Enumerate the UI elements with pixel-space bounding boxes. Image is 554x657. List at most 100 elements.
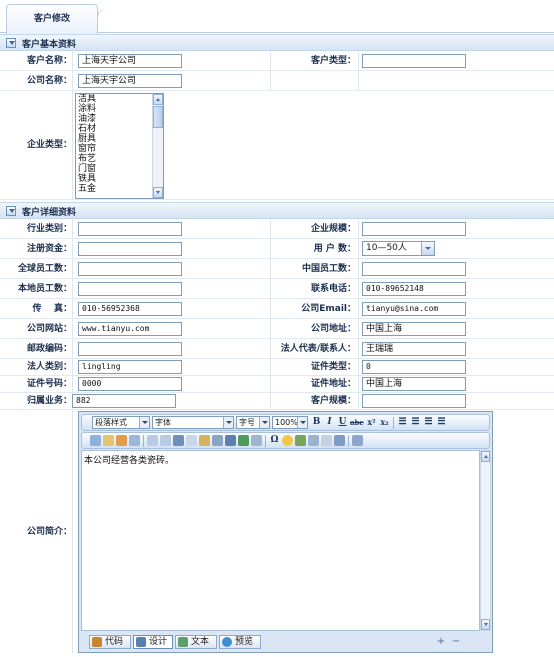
industry-type-listbox[interactable]: 洁具 涂料 油漆 石材 厨具 窗帘 布艺 门窗 铁具 五金 [75, 93, 164, 199]
mode-tab-preview[interactable]: 预览 [219, 635, 261, 649]
emoticon-icon[interactable] [282, 435, 293, 446]
table-icon[interactable] [129, 435, 140, 446]
cert-no-input[interactable]: 0000 [78, 377, 182, 391]
industry-option[interactable]: 涂料 [76, 104, 163, 114]
editor-mode-tabs: 代码 设计 文本 预览 + − [81, 634, 490, 650]
phone-input[interactable]: 010-89652148 [362, 282, 466, 296]
industry-option[interactable]: 铁具 [76, 174, 163, 184]
owner-input[interactable]: 882 [72, 394, 176, 408]
scale-input[interactable] [362, 222, 466, 236]
align-left-icon[interactable]: ☰ [397, 417, 408, 428]
scroll-thumb[interactable] [153, 106, 163, 128]
copy-icon[interactable] [103, 435, 114, 446]
section-header-detail[interactable]: 客户详细资料 [0, 202, 554, 219]
flash-icon[interactable] [238, 435, 249, 446]
industry-option[interactable]: 门窗 [76, 164, 163, 174]
paragraph-style-select[interactable]: 段落样式 [92, 416, 150, 429]
template-icon[interactable] [308, 435, 319, 446]
anchor-icon[interactable] [225, 435, 236, 446]
shrink-icon[interactable]: − [451, 637, 461, 647]
textbox-icon[interactable] [186, 435, 197, 446]
align-right-icon[interactable]: ☰ [423, 417, 434, 428]
scroll-down-icon[interactable] [481, 619, 490, 630]
global-staff-input[interactable] [78, 262, 182, 276]
chevron-down-icon[interactable] [259, 417, 269, 428]
new-doc-icon[interactable] [90, 435, 101, 446]
chevron-down-icon[interactable] [421, 242, 434, 255]
industry-option[interactable]: 洁具 [76, 94, 163, 104]
scroll-up-icon[interactable] [481, 451, 490, 462]
capital-input[interactable] [78, 242, 182, 256]
legal-type-input[interactable]: lingling [78, 360, 182, 374]
font-size-select[interactable]: 字号 [236, 416, 270, 429]
users-select[interactable]: 10—50人 [362, 241, 435, 256]
listbox-scrollbar[interactable] [152, 94, 163, 198]
mode-label: 代码 [105, 637, 124, 647]
italic-icon[interactable]: I [324, 417, 335, 428]
industry-option[interactable]: 石材 [76, 124, 163, 134]
legal-input[interactable]: 王瑞瑞 [362, 342, 466, 356]
address-input[interactable]: 中国上海 [362, 322, 466, 336]
industry-input[interactable] [78, 222, 182, 236]
bold-icon[interactable]: B [311, 417, 322, 428]
cert-addr-input[interactable]: 中国上海 [362, 377, 466, 391]
form-icon[interactable] [295, 435, 306, 446]
customer-type-input[interactable] [362, 54, 466, 68]
fax-input[interactable]: 010-56952368 [78, 302, 182, 316]
customer-name-input[interactable]: 上海天宇公司 [78, 54, 182, 68]
industry-options: 洁具 涂料 油漆 石材 厨具 窗帘 布艺 门窗 铁具 五金 [76, 94, 163, 194]
save-icon[interactable] [334, 435, 345, 446]
scroll-up-icon[interactable] [153, 94, 163, 105]
mode-tab-design[interactable]: 设计 [133, 635, 173, 649]
tab-customer-edit[interactable]: 客户修改 [6, 4, 98, 34]
chevron-down-icon[interactable] [223, 417, 233, 428]
align-center-icon[interactable]: ☰ [410, 417, 421, 428]
font-select[interactable]: 字体 [152, 416, 234, 429]
link-icon[interactable] [212, 435, 223, 446]
collapse-icon[interactable] [6, 206, 16, 216]
website-input[interactable]: www.tianyu.com [78, 322, 182, 336]
form-row: 邮政编码： 法人代表/联系人： 王瑞瑞 [0, 339, 554, 359]
section-header-basic[interactable]: 客户基本资料 [0, 34, 554, 51]
subscript-icon[interactable]: x₂ [379, 417, 390, 428]
local-staff-input[interactable] [78, 282, 182, 296]
font-value: 字体 [155, 418, 171, 427]
expand-icon[interactable]: + [436, 637, 446, 647]
image-icon[interactable] [199, 435, 210, 446]
underline-icon[interactable]: U [337, 417, 348, 428]
industry-option[interactable]: 厨具 [76, 134, 163, 144]
zoom-select[interactable]: 100% [272, 416, 308, 429]
zip-input[interactable] [78, 342, 182, 356]
fullscreen-icon[interactable] [352, 435, 363, 446]
mode-tab-text[interactable]: 文本 [175, 635, 217, 649]
date-icon[interactable] [321, 435, 332, 446]
industry-option[interactable]: 油漆 [76, 114, 163, 124]
cert-type-input[interactable]: 0 [362, 360, 466, 374]
email-input[interactable]: tianyu@sina.com [362, 302, 466, 316]
editor-content-area[interactable]: 本公司经营各类瓷砖。 [81, 450, 480, 631]
align-justify-icon[interactable]: ☰ [436, 417, 447, 428]
industry-option[interactable]: 布艺 [76, 154, 163, 164]
special-char-icon[interactable]: Ω [269, 435, 280, 446]
superscript-icon[interactable]: x² [366, 417, 377, 428]
cust-scale-input[interactable] [362, 394, 466, 408]
strikethrough-icon[interactable]: abc [350, 417, 364, 428]
chevron-down-icon[interactable] [139, 417, 149, 428]
industry-option[interactable]: 窗帘 [76, 144, 163, 154]
mode-tab-code[interactable]: 代码 [89, 635, 131, 649]
form-row: 公司名称： 上海天宇公司 [0, 71, 554, 91]
media-icon[interactable] [251, 435, 262, 446]
users-label: 用 户 数： [313, 244, 356, 254]
collapse-icon[interactable] [6, 38, 16, 48]
china-staff-input[interactable] [362, 262, 466, 276]
insert-column-icon[interactable] [160, 435, 171, 446]
chevron-down-icon[interactable] [297, 417, 307, 428]
horizontal-rule-icon[interactable] [173, 435, 184, 446]
scale-label: 企业规模： [310, 224, 356, 234]
editor-scrollbar[interactable] [480, 450, 491, 631]
industry-option[interactable]: 五金 [76, 184, 163, 194]
company-name-input[interactable]: 上海天宇公司 [78, 74, 182, 88]
paste-icon[interactable] [116, 435, 127, 446]
scroll-down-icon[interactable] [153, 187, 163, 198]
insert-row-icon[interactable] [147, 435, 158, 446]
